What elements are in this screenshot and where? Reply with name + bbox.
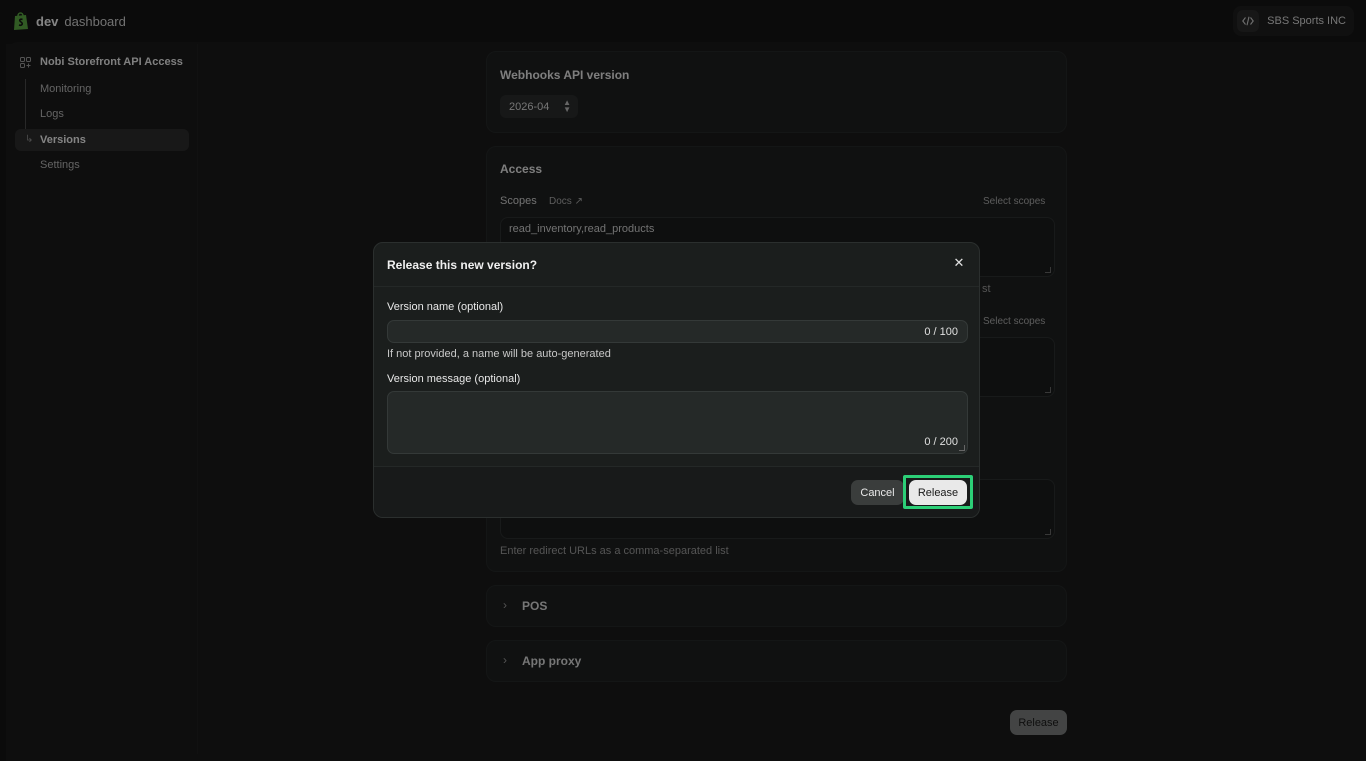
version-name-label: Version name (optional) (387, 301, 504, 313)
version-name-counter: 0 / 100 (924, 326, 958, 338)
version-name-help: If not provided, a name will be auto-gen… (387, 348, 611, 360)
version-message-textarea[interactable]: 0 / 200 (387, 391, 968, 454)
modal-footer: Cancel Release (374, 466, 979, 517)
close-icon[interactable]: ✕ (951, 255, 967, 271)
modal-header: Release this new version? ✕ (374, 243, 979, 287)
release-button[interactable]: Release (909, 480, 967, 505)
version-message-label: Version message (optional) (387, 373, 521, 385)
release-modal: Release this new version? ✕ Version name… (373, 242, 980, 518)
version-message-counter: 0 / 200 (924, 436, 958, 448)
cancel-button[interactable]: Cancel (851, 480, 904, 505)
modal-title: Release this new version? (387, 258, 538, 272)
version-name-input[interactable]: 0 / 100 (387, 320, 968, 343)
resize-grip-icon (959, 445, 965, 451)
